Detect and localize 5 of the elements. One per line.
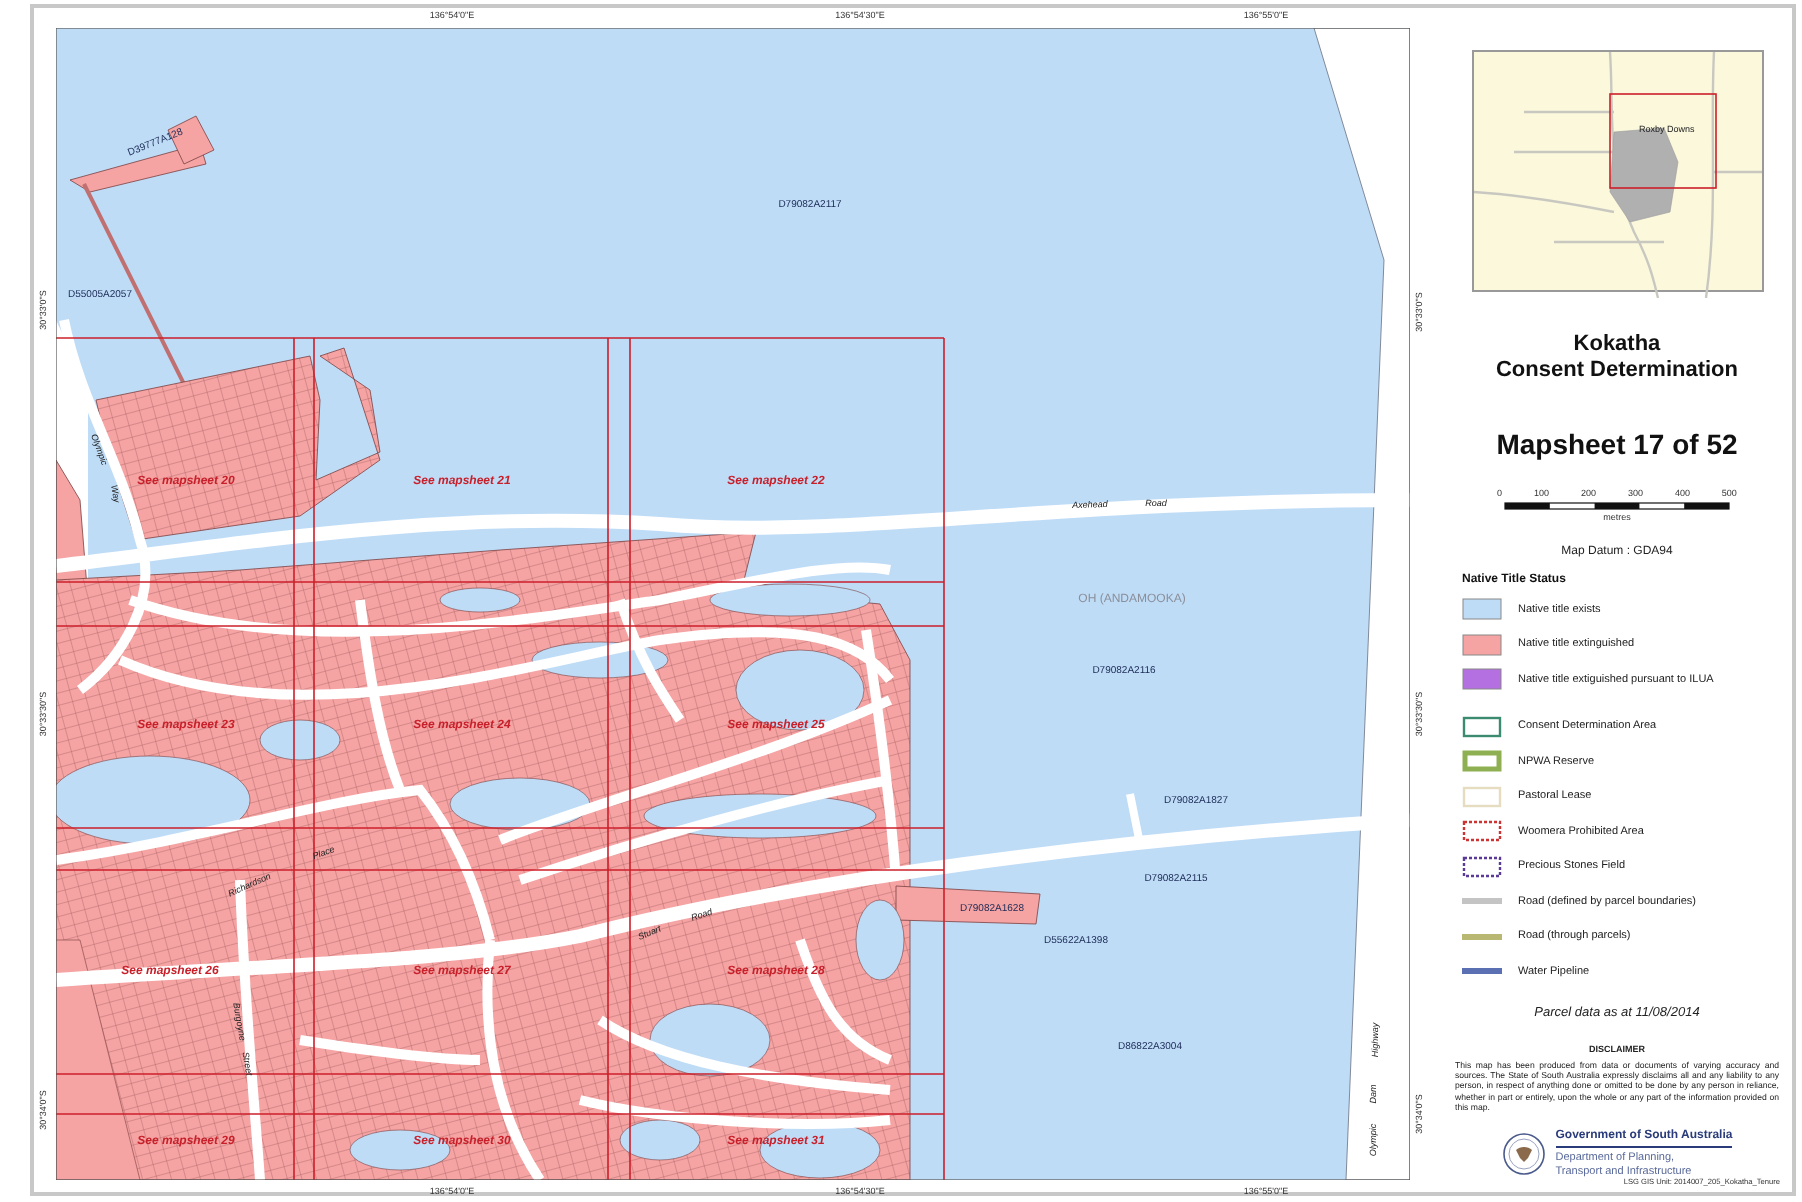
emblem-icon xyxy=(1501,1132,1546,1177)
mapsheet-title: Mapsheet 17 of 52 xyxy=(1496,428,1738,461)
map-title: Consent Determination xyxy=(1495,357,1738,385)
scale-bar-icon xyxy=(1504,502,1730,511)
map-title: Kokatha xyxy=(1573,331,1661,358)
